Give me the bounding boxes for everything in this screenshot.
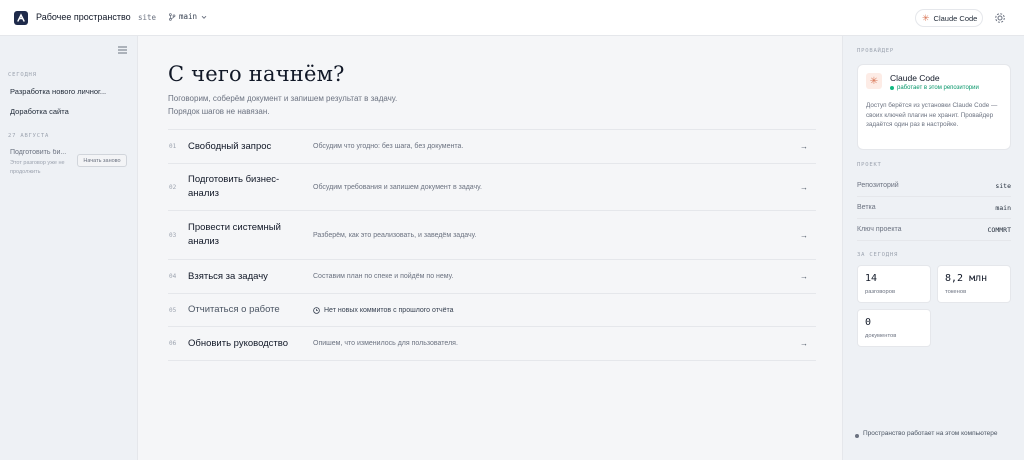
status-dot-icon xyxy=(890,86,894,90)
project-section-label: ПРОЕКТ xyxy=(857,162,882,168)
stat-documents: 0 документов xyxy=(857,309,931,347)
option-number: 06 xyxy=(169,340,177,347)
provider-status-text: работает в этом репозитории xyxy=(897,85,979,91)
option-title: Отчитаться о работе xyxy=(188,304,280,315)
provider-card: ✳ Claude Code работает в этом репозитори… xyxy=(857,64,1011,150)
stat-conversations: 14 разговоров xyxy=(857,265,931,303)
sidebar-item-note: Этот разговор уже не продолжить xyxy=(10,160,65,175)
arrow-right-icon: → xyxy=(800,339,808,348)
project-row-branch: Ветка main xyxy=(857,197,1011,219)
provider-button-label: Claude Code xyxy=(933,13,978,23)
option-business-analysis[interactable]: 02 Подготовить бизнес-анализ Обсудим тре… xyxy=(168,164,816,211)
project-row-key: Ключ проекта COMMRT xyxy=(857,219,1011,241)
option-take-task[interactable]: 04 Взяться за задачу Составим план по сп… xyxy=(168,260,816,294)
info-panel: ПРОВАЙДЕР ✳ Claude Code работает в этом … xyxy=(842,36,1024,460)
option-title: Свободный запрос xyxy=(188,140,272,152)
workspace-title[interactable]: Рабочее пространство xyxy=(36,12,131,22)
arrow-right-icon: → xyxy=(800,182,808,192)
project-key: Ветка xyxy=(857,204,876,211)
sidebar-section-date: 27 АВГУСТА xyxy=(8,133,50,139)
option-desc: Разберём, как это реализовать, и заведём… xyxy=(313,231,477,239)
project-key: Репозиторий xyxy=(857,182,899,189)
project-row-repo: Репозиторий site xyxy=(857,175,1011,197)
stat-label: токенов xyxy=(945,289,967,295)
option-system-analysis[interactable]: 03 Провести системный анализ Разберём, к… xyxy=(168,211,816,260)
menu-icon[interactable] xyxy=(118,46,127,54)
option-report-work: 05 Отчитаться о работе Нет новых коммито… xyxy=(168,294,816,327)
local-workspace-note: Пространство работает на этом компьютере xyxy=(855,428,1005,439)
option-title: Взяться за задачу xyxy=(188,270,268,282)
option-number: 03 xyxy=(169,231,177,239)
stat-label: документов xyxy=(865,333,897,339)
stat-value: 0 xyxy=(865,317,872,328)
provider-section-label: ПРОВАЙДЕР xyxy=(857,48,895,54)
option-desc-text: Нет новых коммитов с прошлого отчёта xyxy=(324,306,454,314)
stat-value: 8,2 млн xyxy=(945,273,988,284)
repo-name: site xyxy=(138,13,157,22)
option-desc: Обсудим требования и запишем документ в … xyxy=(313,183,482,191)
sidebar-item-conversation[interactable]: Разработка нового личног... xyxy=(10,87,106,96)
option-desc: Опишем, что изменилось для пользователя. xyxy=(313,340,458,347)
option-number: 04 xyxy=(169,273,177,280)
provider-status: работает в этом репозитории xyxy=(890,85,979,91)
branch-name: main xyxy=(179,12,198,21)
sidebar-item-conversation[interactable]: Доработка сайта xyxy=(10,107,69,116)
project-key: Ключ проекта xyxy=(857,226,902,233)
stat-value: 14 xyxy=(865,273,878,284)
restart-button[interactable]: Начать заново xyxy=(77,154,127,167)
page-subtitle: Поговорим, соберём документ и запишем ре… xyxy=(168,92,488,118)
today-section-label: ЗА СЕГОДНЯ xyxy=(857,252,899,258)
main-content: С чего начнём? Поговорим, соберём докуме… xyxy=(138,36,842,460)
branch-selector[interactable]: main xyxy=(168,12,208,21)
provider-button[interactable]: ✳ Claude Code xyxy=(915,9,983,27)
claude-star-icon: ✳ xyxy=(866,73,882,89)
footer-text: Пространство работает на этом компьютере xyxy=(863,430,998,437)
option-desc: Обсудим что угодно: без шага, без докуме… xyxy=(313,143,464,150)
sidebar-section-today: СЕГОДНЯ xyxy=(8,72,37,78)
project-value: site xyxy=(995,181,1011,190)
clock-icon xyxy=(313,306,320,314)
option-desc: Составим план по спеке и пойдём по нему. xyxy=(313,273,454,280)
top-bar: Рабочее пространство site main ✳ Claude … xyxy=(0,0,1024,36)
page-title: С чего начнём? xyxy=(168,62,345,86)
page-subtitle-line: Поговорим, соберём документ и запишем ре… xyxy=(168,94,398,103)
gear-icon[interactable] xyxy=(994,12,1006,24)
git-branch-icon xyxy=(169,12,176,21)
option-number: 05 xyxy=(169,306,177,314)
stat-tokens: 8,2 млн токенов xyxy=(937,265,1011,303)
option-desc: Нет новых коммитов с прошлого отчёта xyxy=(313,307,454,314)
stat-label: разговоров xyxy=(865,289,896,295)
arrow-right-icon: → xyxy=(800,230,808,240)
sidebar: СЕГОДНЯ Разработка нового личног... Дора… xyxy=(0,36,138,460)
arrow-right-icon: → xyxy=(800,142,808,151)
option-number: 02 xyxy=(169,183,177,191)
workspace-logo-icon[interactable] xyxy=(14,11,28,25)
claude-star-icon: ✳ xyxy=(922,12,930,23)
option-title: Подготовить бизнес-анализ xyxy=(188,174,280,199)
option-free-request[interactable]: 01 Свободный запрос Обсудим что угодно: … xyxy=(168,130,816,164)
option-number: 01 xyxy=(169,143,177,150)
option-title: Провести системный анализ xyxy=(188,222,281,247)
provider-description: Доступ берётся из установки Claude Code … xyxy=(866,102,998,128)
start-options-list: 01 Свободный запрос Обсудим что угодно: … xyxy=(168,129,816,361)
status-dot-icon xyxy=(855,434,859,438)
option-update-guide[interactable]: 06 Обновить руководство Опишем, что изме… xyxy=(168,327,816,361)
project-value: main xyxy=(995,203,1011,212)
page-subtitle-line: Порядок шагов не навязан. xyxy=(168,107,270,116)
chevron-down-icon xyxy=(201,15,207,19)
project-value: COMMRT xyxy=(987,225,1011,234)
provider-name: Claude Code xyxy=(890,73,940,83)
sidebar-item-archived[interactable]: Подготовить би... xyxy=(10,149,66,156)
arrow-right-icon: → xyxy=(800,272,808,281)
option-title: Обновить руководство xyxy=(188,337,289,349)
